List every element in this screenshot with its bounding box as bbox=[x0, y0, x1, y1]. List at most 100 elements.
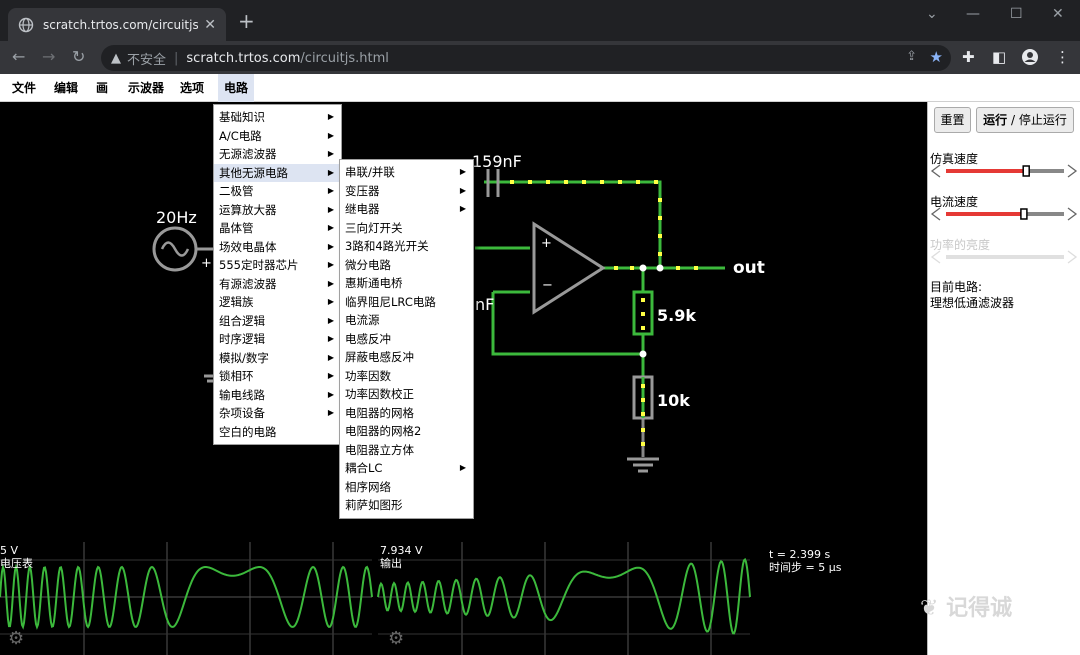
submenu-item-label: 三向灯开关 bbox=[345, 220, 403, 235]
submenu-item[interactable]: 屏蔽电感反冲 bbox=[340, 348, 473, 367]
submenu-item-label: 电阻器的网格2 bbox=[345, 424, 422, 438]
submenu-item[interactable]: 电阻器立方体 bbox=[340, 441, 473, 460]
tab-search-icon[interactable]: ⌄ bbox=[926, 6, 938, 22]
submenu-item[interactable]: 电阻器的网格 bbox=[340, 404, 473, 423]
bookmark-star-icon[interactable]: ★ bbox=[930, 48, 943, 66]
circuits-menu-item-label: 其他无源电路 bbox=[219, 165, 288, 180]
submenu-item-label: 电感反冲 bbox=[345, 331, 391, 346]
scope1-info: 5 V 电压表 bbox=[0, 544, 33, 570]
submenu-item[interactable]: 功率因数校正 bbox=[340, 385, 473, 404]
circuits-menu-item-label: 场效电晶体 bbox=[219, 239, 277, 254]
menu-circuits[interactable]: 电路 bbox=[218, 74, 255, 102]
submenu-item[interactable]: 3路和4路光开关 bbox=[340, 237, 473, 256]
forward-icon[interactable]: → bbox=[42, 47, 55, 67]
submenu-item[interactable]: 耦合LC ▶ bbox=[340, 459, 473, 478]
menu-options[interactable]: 选项 bbox=[176, 74, 208, 102]
extensions-icon[interactable]: ✚ bbox=[962, 49, 975, 65]
submenu-arrow-icon: ▶ bbox=[459, 463, 466, 472]
submenu-item-label: 临界阻尼LRC电路 bbox=[345, 294, 436, 309]
circuits-menu-item[interactable]: 场效电晶体 ▶ bbox=[214, 238, 341, 257]
circuits-menu-item[interactable]: 空白的电路 bbox=[214, 423, 341, 442]
sim-speed-thumb[interactable] bbox=[1022, 165, 1030, 177]
circuits-menu-item-label: 晶体管 bbox=[219, 221, 254, 235]
submenu-item[interactable]: 电感反冲 bbox=[340, 330, 473, 349]
submenu-arrow-icon: ▶ bbox=[327, 260, 334, 269]
circuits-menu-item[interactable]: 有源滤波器 ▶ bbox=[214, 275, 341, 294]
submenu-item[interactable]: 电流源 bbox=[340, 311, 473, 330]
scope-grid bbox=[0, 542, 750, 655]
reset-button[interactable]: 重置 bbox=[934, 107, 971, 133]
reload-icon[interactable]: ↻ bbox=[72, 47, 85, 67]
submenu-item[interactable]: 临界阻尼LRC电路 bbox=[340, 293, 473, 312]
circuits-menu-item[interactable]: 锁相环 ▶ bbox=[214, 367, 341, 386]
submenu-item[interactable]: 三向灯开关 bbox=[340, 219, 473, 238]
menu-draw[interactable]: 画 bbox=[92, 74, 112, 102]
scope1-gear-icon[interactable]: ⚙ bbox=[8, 628, 24, 649]
run-label: 运行 bbox=[983, 113, 1008, 127]
circuits-menu-item-label: 二极管 bbox=[219, 184, 254, 198]
capacitor-label: 159nF bbox=[472, 152, 522, 171]
browser-tab[interactable]: scratch.trtos.com/circuitjs.html ✕ bbox=[8, 8, 226, 41]
close-tab-icon[interactable]: ✕ bbox=[204, 17, 216, 33]
submenu-item[interactable]: 电阻器的网格2 bbox=[340, 422, 473, 441]
source-frequency-label: 20Hz bbox=[156, 208, 197, 227]
sim-step: 时间步 = 5 μs bbox=[769, 561, 842, 574]
circuits-menu-item-label: 空白的电路 bbox=[219, 424, 277, 439]
app-menubar: 文件 编辑 画 示波器 选项 电路 bbox=[0, 74, 1080, 102]
circuits-menu-item[interactable]: 晶体管 ▶ bbox=[214, 219, 341, 238]
profile-icon[interactable] bbox=[1021, 48, 1039, 66]
back-icon[interactable]: ← bbox=[12, 47, 25, 67]
circuits-menu-item[interactable]: 基础知识 ▶ bbox=[214, 108, 341, 127]
sim-speed-slider[interactable] bbox=[930, 164, 1078, 178]
submenu-item[interactable]: 继电器 ▶ bbox=[340, 200, 473, 219]
submenu-item[interactable]: 惠斯通电桥 bbox=[340, 274, 473, 293]
submenu-item[interactable]: 微分电路 bbox=[340, 256, 473, 275]
minimize-icon[interactable]: — bbox=[966, 6, 980, 22]
side-panel-icon[interactable]: ◧ bbox=[992, 49, 1006, 65]
circuits-menu-item[interactable]: 其他无源电路 ▶ bbox=[214, 163, 341, 182]
submenu-item[interactable]: 相序网络 bbox=[340, 478, 473, 497]
circuits-menu-item[interactable]: 输电线路 ▶ bbox=[214, 386, 341, 405]
circuits-menu-item[interactable]: 模拟/数字 ▶ bbox=[214, 349, 341, 368]
circuits-menu-item[interactable]: 时序逻辑 ▶ bbox=[214, 330, 341, 349]
control-panel: 重置 运行 / 停止运行 仿真速度 电流速度 功率的亮度 目前电路: 理想低通滤… bbox=[927, 102, 1080, 655]
submenu-arrow-icon: ▶ bbox=[327, 112, 334, 121]
menu-file[interactable]: 文件 bbox=[8, 74, 40, 102]
circuits-menu-item[interactable]: 二极管 ▶ bbox=[214, 182, 341, 201]
current-circuit-label: 目前电路: bbox=[930, 280, 983, 294]
circuits-menu-item[interactable]: 无源滤波器 ▶ bbox=[214, 145, 341, 164]
circuits-menu-item[interactable]: 555定时器芯片 ▶ bbox=[214, 256, 341, 275]
url-host: scratch.trtos.com bbox=[186, 50, 301, 66]
share-icon[interactable]: ⇪ bbox=[906, 49, 917, 64]
submenu-item-label: 屏蔽电感反冲 bbox=[345, 350, 414, 364]
submenu-item-label: 3路和4路光开关 bbox=[345, 239, 429, 253]
submenu-item-label: 变压器 bbox=[345, 183, 380, 198]
menu-edit[interactable]: 编辑 bbox=[50, 74, 82, 102]
circuits-menu-item[interactable]: 运算放大器 ▶ bbox=[214, 201, 341, 220]
new-tab-button[interactable]: + bbox=[238, 11, 255, 31]
submenu-arrow-icon: ▶ bbox=[327, 408, 334, 417]
circuits-menu-item[interactable]: A/C电路 ▶ bbox=[214, 127, 341, 146]
scope2-gear-icon[interactable]: ⚙ bbox=[388, 628, 404, 649]
submenu-arrow-icon: ▶ bbox=[327, 352, 334, 362]
resistor-10k[interactable] bbox=[632, 375, 654, 420]
address-bar[interactable]: ▲ 不安全 | scratch.trtos.com /circuitjs.htm… bbox=[101, 45, 951, 71]
scope1-value: 5 V bbox=[0, 544, 19, 557]
sim-time: t = 2.399 s bbox=[769, 548, 831, 561]
submenu-item[interactable]: 莉萨如图形 bbox=[340, 496, 473, 515]
submenu-item[interactable]: 串联/并联 ▶ bbox=[340, 163, 473, 182]
window-close-icon[interactable]: ✕ bbox=[1052, 6, 1064, 22]
more-menu-icon[interactable]: ⋮ bbox=[1055, 49, 1070, 65]
current-speed-thumb[interactable] bbox=[1020, 208, 1028, 220]
maximize-icon[interactable]: ☐ bbox=[1010, 6, 1023, 22]
run-stop-button[interactable]: 运行 / 停止运行 bbox=[976, 107, 1074, 133]
browser-toolbar: ← → ↻ ▲ 不安全 | scratch.trtos.com /circuit… bbox=[0, 41, 1080, 74]
submenu-item[interactable]: 功率因数 bbox=[340, 367, 473, 386]
menu-scopes[interactable]: 示波器 bbox=[124, 74, 168, 102]
circuits-menu-item[interactable]: 逻辑族 ▶ bbox=[214, 293, 341, 312]
submenu-arrow-icon: ▶ bbox=[327, 149, 334, 158]
submenu-item[interactable]: 变压器 ▶ bbox=[340, 182, 473, 201]
circuits-menu-item[interactable]: 组合逻辑 ▶ bbox=[214, 312, 341, 331]
circuits-menu-item[interactable]: 杂项设备 ▶ bbox=[214, 404, 341, 423]
current-speed-slider[interactable] bbox=[930, 207, 1078, 221]
